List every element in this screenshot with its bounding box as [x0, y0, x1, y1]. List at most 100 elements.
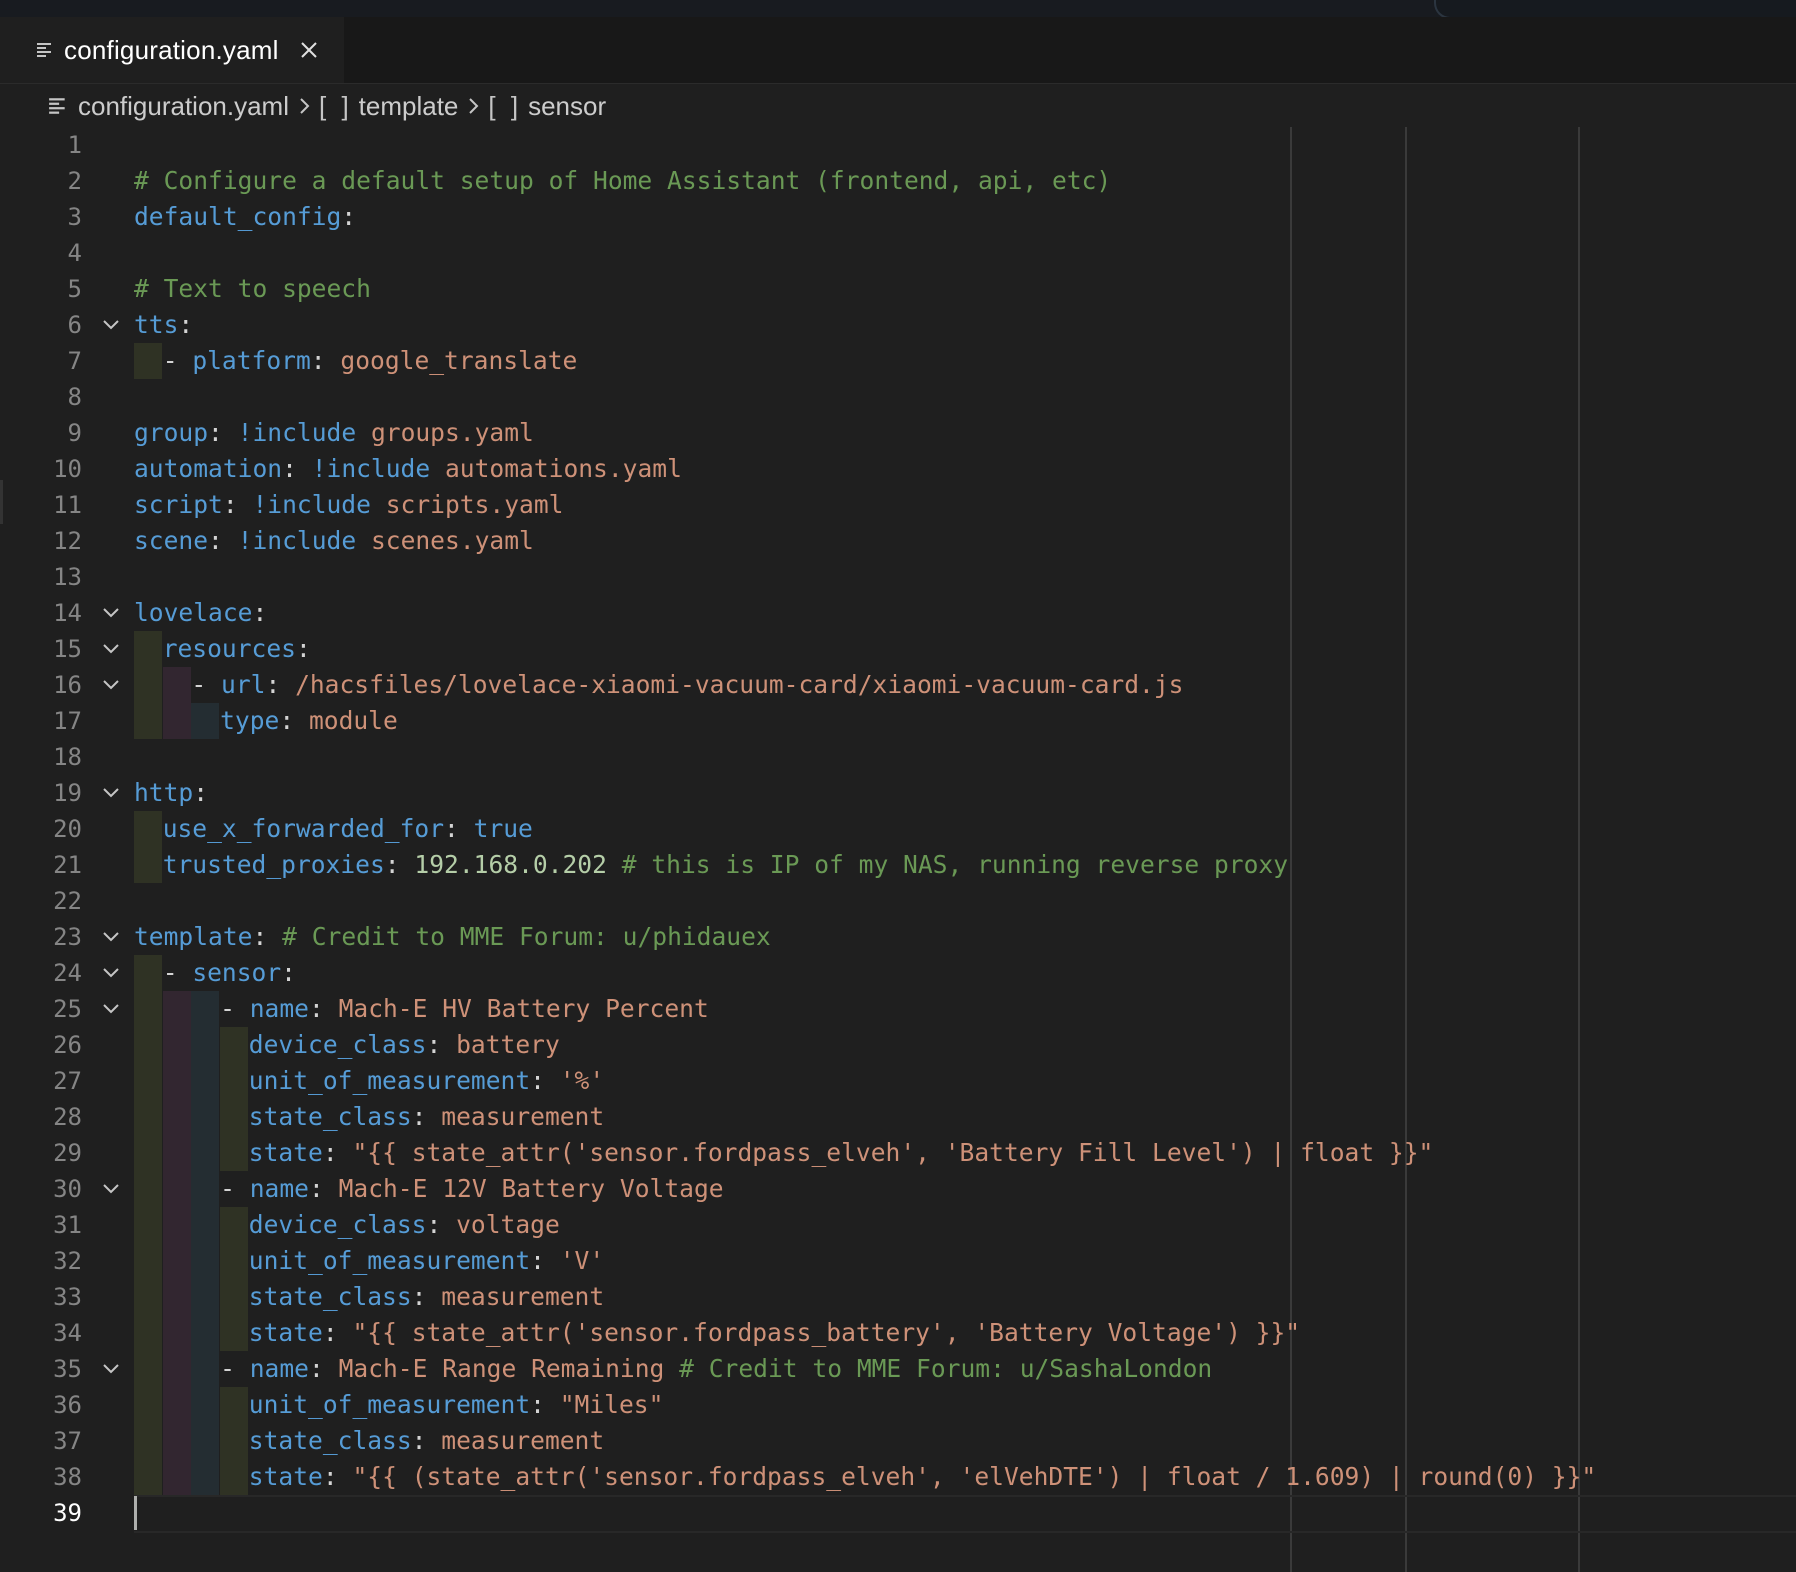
code-token: groups.yaml [370, 418, 534, 447]
code-token: state [248, 1462, 323, 1491]
code-editor[interactable]: 1 2 # Configure a default setup of Home As… [0, 127, 1796, 1572]
code-token: device_class [248, 1030, 427, 1059]
code-token: "{{ (state_attr('sensor.fordpass_elveh',… [352, 1462, 1597, 1491]
indent-guide [134, 1099, 162, 1135]
code-line: # Text to speech [134, 271, 371, 307]
code-token: : [265, 670, 296, 699]
indent-guide [220, 1315, 249, 1351]
indent-guide [134, 1171, 162, 1207]
line-number: 7 [67, 347, 82, 375]
chevron-down-icon[interactable] [100, 595, 122, 631]
code-line: unit_of_measurement: 'V' [249, 1243, 604, 1279]
code-token: : [310, 346, 341, 375]
line-number: 29 [53, 1139, 82, 1167]
chevron-down-icon[interactable] [100, 307, 122, 343]
code-token: # Text to speech [134, 274, 371, 303]
line-number: 30 [53, 1175, 82, 1203]
chevron-down-icon[interactable] [100, 991, 122, 1027]
chevron-down-icon[interactable] [100, 667, 122, 703]
chevron-down-icon[interactable] [100, 1171, 122, 1207]
code-token: : [208, 418, 238, 447]
close-icon[interactable] [299, 40, 319, 60]
code-token: script [134, 490, 223, 519]
chevron-down-icon[interactable] [100, 775, 122, 811]
code-token: Mach-E HV Battery Percent [338, 994, 709, 1023]
code-line: group: !include groups.yaml [134, 415, 534, 451]
code-token: Mach-E 12V Battery Voltage [338, 1174, 724, 1203]
chevron-down-icon[interactable] [100, 955, 122, 991]
indent-guide [220, 1027, 249, 1063]
code-line: # Configure a default setup of Home Assi… [134, 163, 1111, 199]
code-line: state: "{{ (state_attr('sensor.fordpass_… [249, 1459, 1596, 1495]
code-token: http [134, 778, 194, 807]
breadcrumb-template[interactable]: [ ] template [319, 91, 458, 122]
code-token: Mach-E Range Remaining [338, 1354, 665, 1383]
chevron-down-icon[interactable] [100, 1351, 122, 1387]
code-token: : [295, 634, 311, 663]
code-token: measurement [441, 1102, 605, 1131]
line-number: 36 [53, 1391, 82, 1419]
code-token: device_class [248, 1210, 427, 1239]
code-line: trusted_proxies: 192.168.0.202 # this is… [163, 847, 1288, 883]
code-token: - [220, 1174, 250, 1203]
code-token: measurement [441, 1282, 605, 1311]
code-token: measurement [441, 1426, 605, 1455]
breadcrumb-sensor-label: sensor [528, 90, 607, 121]
code-token: google_translate [340, 346, 578, 375]
line-number: 6 [67, 311, 82, 339]
indent-guide [162, 703, 191, 739]
indent-guide [162, 1207, 191, 1243]
indent-guide [162, 1063, 191, 1099]
code-line: device_class: voltage [249, 1207, 560, 1243]
indent-guide [162, 667, 191, 703]
indent-guide [191, 1099, 220, 1135]
indent-guide [162, 1315, 191, 1351]
text-cursor [134, 1496, 137, 1530]
chevron-down-icon[interactable] [100, 631, 122, 667]
line-number: 26 [53, 1031, 82, 1059]
indent-guide [220, 1063, 249, 1099]
line-number: 21 [53, 851, 82, 879]
breadcrumb-sensor[interactable]: [ ] sensor [488, 91, 606, 122]
code-token: : [322, 1318, 353, 1347]
indent-guide [162, 1387, 191, 1423]
breadcrumb-file[interactable]: configuration.yaml [48, 91, 289, 122]
chevron-down-icon[interactable] [100, 919, 122, 955]
indent-guide [191, 1423, 220, 1459]
indent-guide [220, 1459, 249, 1495]
line-number: 18 [53, 743, 82, 771]
code-token: : [282, 454, 312, 483]
code-line: automation: !include automations.yaml [134, 451, 682, 487]
code-token: platform [192, 346, 311, 375]
line-number: 20 [53, 815, 82, 843]
code-token: - [220, 994, 250, 1023]
indent-guide [162, 1099, 191, 1135]
line-number: 2 [67, 167, 82, 195]
code-line: device_class: battery [249, 1027, 560, 1063]
code-token: : [411, 1282, 442, 1311]
code-token: /hacsfiles/lovelace-xiaomi-vacuum-card/x… [295, 670, 1184, 699]
indent-guide [162, 991, 191, 1027]
code-line: type: module [220, 703, 398, 739]
line-number: 22 [53, 887, 82, 915]
indent-guide [220, 1423, 249, 1459]
indent-guide [134, 1207, 162, 1243]
code-line: tts: [134, 307, 193, 343]
indent-guide [191, 1063, 220, 1099]
code-token: : [252, 922, 283, 951]
code-token: : [444, 814, 474, 843]
code-token: : [426, 1030, 457, 1059]
code-token: name [249, 1354, 309, 1383]
indent-guide [191, 1171, 220, 1207]
code-line: unit_of_measurement: "Miles" [249, 1387, 664, 1423]
tab-configuration-yaml[interactable]: configuration.yaml [0, 17, 344, 83]
code-token: : [341, 202, 357, 231]
indent-guide [134, 1063, 162, 1099]
code-token: - [191, 670, 222, 699]
code-token: : [530, 1066, 560, 1095]
line-number: 23 [53, 923, 82, 951]
line-number: 34 [53, 1319, 82, 1347]
code-token: : [322, 1462, 353, 1491]
